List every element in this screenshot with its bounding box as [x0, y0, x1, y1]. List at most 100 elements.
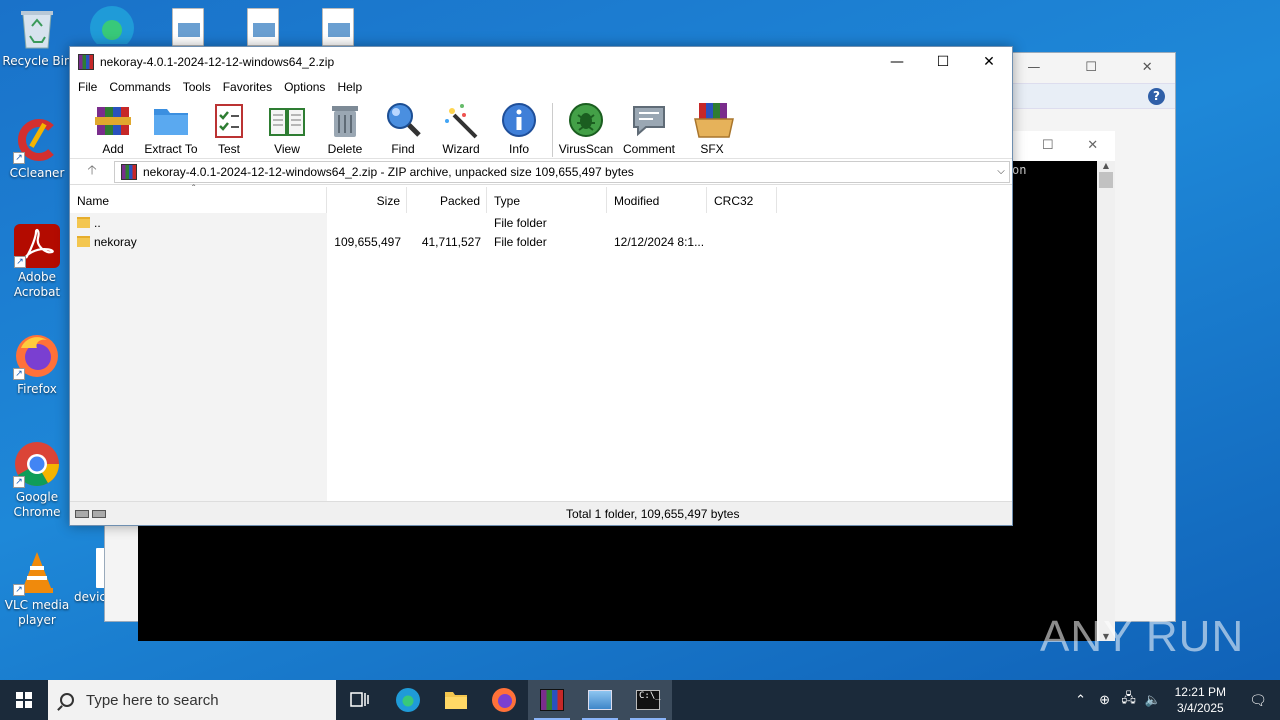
- key-icon[interactable]: [92, 509, 106, 518]
- file-list[interactable]: Name ˆ Size Packed Type Modified CRC32 ..…: [70, 184, 1012, 501]
- close-icon[interactable]: ✕: [1142, 60, 1153, 75]
- image-file-icon: [172, 8, 204, 46]
- add-label: Add: [102, 142, 124, 156]
- comment-button[interactable]: Comment: [615, 101, 683, 156]
- chrome-icon: ↗: [13, 440, 61, 488]
- close-button[interactable]: ✕: [966, 47, 1012, 77]
- virusscan-button[interactable]: VirusScan: [557, 101, 615, 156]
- taskbar-winrar[interactable]: [528, 680, 576, 720]
- desktop-icon-file-1[interactable]: [168, 8, 208, 48]
- view-label: View: [274, 142, 300, 156]
- title-bar[interactable]: nekoray-4.0.1-2024-12-12-windows64_2.zip…: [70, 47, 1012, 77]
- delete-button[interactable]: Delete: [316, 101, 374, 156]
- taskbar-edge[interactable]: [384, 680, 432, 720]
- virus-icon: [567, 101, 605, 139]
- desktop-icon-recycle-bin[interactable]: Recycle Bin: [1, 8, 73, 69]
- toolbar-separator: [552, 103, 553, 157]
- task-view-button[interactable]: [336, 680, 384, 720]
- desktop-icon-file-3[interactable]: [318, 8, 358, 48]
- anyrun-watermark: ANY RUN: [1040, 612, 1245, 661]
- terminal-icon: C:\_: [636, 690, 661, 710]
- notification-button[interactable]: 🗨: [1236, 680, 1280, 720]
- desktop-icon-label: Firefox: [17, 382, 57, 396]
- taskbar-search[interactable]: Type here to search: [48, 680, 336, 720]
- column-modified[interactable]: Modified: [607, 187, 707, 213]
- info-label: Info: [508, 142, 529, 156]
- taskbar-command-prompt[interactable]: C:\_: [624, 680, 672, 720]
- column-name[interactable]: Name ˆ: [70, 184, 327, 213]
- sfx-button[interactable]: SFX: [683, 101, 741, 156]
- notification-icon: 🗨: [1249, 691, 1267, 708]
- magnifier-icon: [384, 101, 422, 139]
- desktop-icon-label: CCleaner: [9, 166, 65, 180]
- edge-icon: [88, 4, 136, 50]
- clock-time: 12:21 PM: [1174, 685, 1226, 699]
- comment-icon: [630, 101, 668, 139]
- shortcut-arrow-icon: ↗: [13, 152, 25, 164]
- maximize-icon: ☐: [936, 54, 950, 70]
- add-button[interactable]: Add: [84, 101, 142, 156]
- maximize-icon[interactable]: ☐: [1085, 60, 1097, 75]
- drive-icon[interactable]: [75, 509, 89, 518]
- desktop-icon-ccleaner[interactable]: ↗ CCleaner: [1, 116, 73, 181]
- network-icon[interactable]: 🖧: [1117, 689, 1141, 711]
- column-size[interactable]: Size: [327, 187, 407, 213]
- view-button[interactable]: View: [258, 101, 316, 156]
- find-button[interactable]: Find: [374, 101, 432, 156]
- test-button[interactable]: Test: [200, 101, 258, 156]
- desktop-icon-adobe-acrobat[interactable]: ↗ Adobe Acrobat: [1, 224, 73, 300]
- taskbar: Type here to search C:\_ ⌃ ⊕ 🖧 🔈 12:21 P…: [0, 680, 1280, 720]
- chevron-down-icon[interactable]: ⌵: [993, 166, 1009, 177]
- toolbar: Add Extract To Test View Delete Find Wiz…: [70, 97, 1012, 159]
- taskbar-file-explorer[interactable]: [432, 680, 480, 720]
- desktop-icon-edge[interactable]: [76, 4, 148, 50]
- menu-tools[interactable]: Tools: [177, 80, 217, 94]
- menu-options[interactable]: Options: [278, 80, 331, 94]
- network-status-icon[interactable]: ⊕: [1093, 692, 1117, 708]
- minimize-button[interactable]: —: [874, 47, 920, 77]
- menu-help[interactable]: Help: [331, 80, 368, 94]
- desktop-icon-vlc[interactable]: ↗ VLC media player: [1, 548, 73, 628]
- winrar-window[interactable]: nekoray-4.0.1-2024-12-12-windows64_2.zip…: [69, 46, 1013, 526]
- wizard-button[interactable]: Wizard: [432, 101, 490, 156]
- minimize-icon[interactable]: —: [1027, 60, 1040, 75]
- image-viewer-icon: [588, 690, 612, 710]
- desktop-icon-firefox[interactable]: ↗ Firefox: [1, 332, 73, 397]
- maximize-button[interactable]: ☐: [920, 47, 966, 77]
- address-field[interactable]: nekoray-4.0.1-2024-12-12-windows64_2.zip…: [114, 160, 1010, 183]
- desktop-icon-file-2[interactable]: [243, 8, 283, 48]
- chevron-up-icon[interactable]: ⌃: [1069, 692, 1093, 708]
- info-button[interactable]: Info: [490, 101, 548, 156]
- status-text: Total 1 folder, 109,655,497 bytes: [566, 506, 740, 521]
- checklist-icon: [210, 101, 248, 139]
- close-icon[interactable]: ✕: [1087, 138, 1098, 153]
- clock[interactable]: 12:21 PM 3/4/2025: [1165, 684, 1236, 716]
- console-scrollbar[interactable]: ▲ ▼: [1097, 161, 1115, 641]
- menu-commands[interactable]: Commands: [103, 80, 176, 94]
- table-row[interactable]: nekoray 109,655,497 41,711,527 File fold…: [70, 232, 1012, 251]
- menu-file[interactable]: File: [72, 80, 103, 94]
- trash-icon: [326, 101, 364, 139]
- clock-date: 3/4/2025: [1176, 701, 1224, 715]
- up-arrow-icon[interactable]: 🡡: [70, 161, 114, 183]
- taskbar-firefox[interactable]: [480, 680, 528, 720]
- column-crc32[interactable]: CRC32: [707, 187, 777, 213]
- maximize-icon[interactable]: ☐: [1042, 138, 1054, 153]
- start-button[interactable]: [0, 680, 48, 720]
- desktop-icon-label: devic: [74, 590, 107, 604]
- help-icon[interactable]: ?: [1148, 88, 1165, 105]
- column-type[interactable]: Type: [487, 187, 607, 213]
- menu-favorites[interactable]: Favorites: [217, 80, 278, 94]
- find-label: Find: [391, 142, 415, 156]
- table-row[interactable]: .. File folder: [70, 213, 1012, 232]
- desktop-icon-device[interactable]: devic: [74, 548, 108, 605]
- column-packed[interactable]: Packed: [407, 187, 487, 213]
- desktop-icon-google-chrome[interactable]: ↗ Google Chrome: [1, 440, 73, 520]
- volume-icon[interactable]: 🔈: [1141, 692, 1165, 708]
- address-bar: 🡡 nekoray-4.0.1-2024-12-12-windows64_2.z…: [70, 159, 1012, 185]
- extract-to-button[interactable]: Extract To: [142, 101, 200, 156]
- menu-bar: File Commands Tools Favorites Options He…: [70, 77, 1012, 97]
- taskbar-image-viewer[interactable]: [576, 680, 624, 720]
- ccleaner-icon: ↗: [13, 116, 61, 164]
- shortcut-arrow-icon: ↗: [14, 256, 26, 268]
